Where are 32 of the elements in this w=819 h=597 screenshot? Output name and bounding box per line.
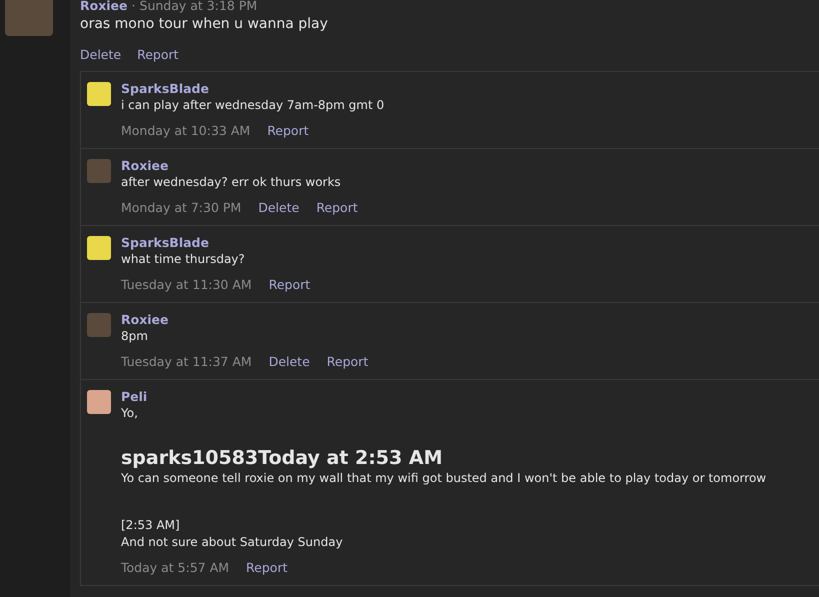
action-link[interactable]: Delete [80, 47, 122, 63]
message-text: i can play after wednesday 7am-8pm gmt 0 [121, 97, 384, 114]
timestamp: Sunday at 3:18 PM [140, 0, 258, 13]
action-link[interactable]: Delete [258, 200, 300, 216]
username[interactable]: Peli [121, 389, 766, 405]
timestamp: Tuesday at 11:30 AM [121, 277, 252, 293]
message-text: [2:53 AM] [121, 517, 181, 534]
separator: · [132, 0, 136, 13]
timestamp: Monday at 7:30 PM [121, 200, 242, 216]
action-link[interactable]: Report [137, 47, 179, 63]
action-link[interactable]: Report [268, 277, 310, 293]
action-link[interactable]: Report [267, 123, 309, 139]
message-text: 8pm [121, 328, 149, 345]
timestamp: Monday at 10:33 AM [121, 123, 250, 139]
message-text: oras mono tour when u wanna play [80, 15, 329, 33]
username[interactable]: SparksBlade [121, 235, 310, 251]
message-heading: sparks10583Today at 2:53 AM [121, 446, 444, 470]
username[interactable]: Roxiee [80, 0, 128, 13]
message-text: after wednesday? err ok thurs works [121, 174, 342, 191]
timestamp: Tuesday at 11:37 AM [121, 354, 252, 370]
action-link[interactable]: Report [246, 560, 288, 576]
timestamp: Today at 5:57 AM [121, 560, 230, 576]
action-link[interactable]: Report [326, 354, 368, 370]
message-text: Yo, [121, 405, 139, 422]
username[interactable]: SparksBlade [121, 81, 384, 97]
action-link[interactable]: Report [316, 200, 358, 216]
message-text: what time thursday? [121, 251, 246, 268]
username[interactable]: Roxiee [121, 312, 368, 328]
action-link[interactable]: Delete [268, 354, 310, 370]
message-text: Yo can someone tell roxie on my wall that my wifi got busted and I won't be able to play today or tomorrow [121, 470, 766, 487]
message-text: And not sure about Saturday Sunday [121, 534, 344, 551]
username[interactable]: Roxiee [121, 158, 358, 174]
